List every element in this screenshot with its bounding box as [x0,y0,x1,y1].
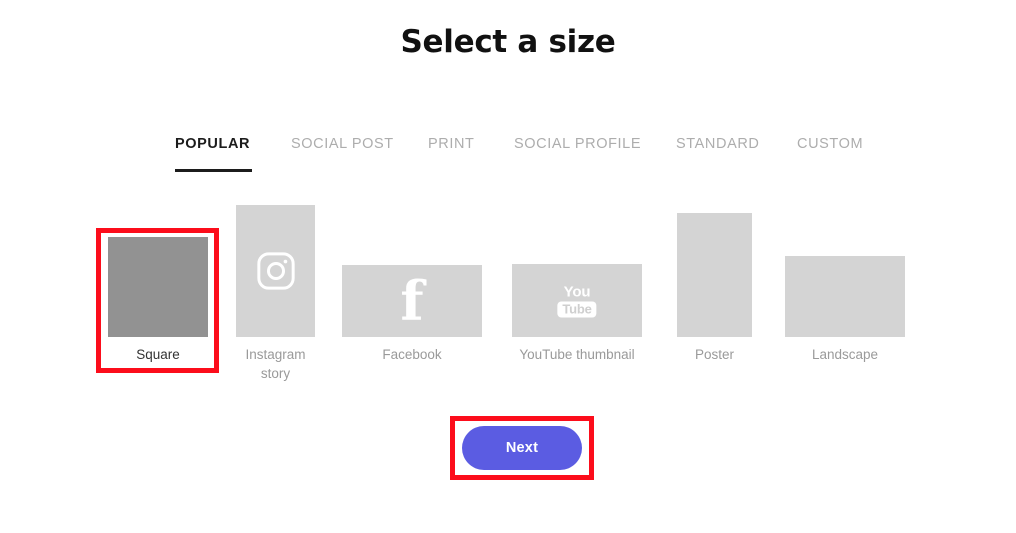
size-thumbnail-landscape[interactable] [785,256,905,337]
size-thumbnail-instagram-story[interactable] [236,205,315,337]
size-thumbnail-poster[interactable] [677,213,752,337]
size-card-facebook[interactable]: f Facebook [342,0,482,533]
size-card-label-landscape: Landscape [811,347,879,362]
facebook-glyph: f [400,269,424,333]
size-thumbnail-square[interactable] [108,237,208,337]
size-card-label-youtube-thumbnail: YouTube thumbnail [519,347,635,362]
size-card-label-instagram-story: Instagram story [245,347,306,381]
facebook-icon: f [400,274,423,328]
size-card-landscape[interactable]: Landscape [785,0,905,533]
size-card-label-poster: Poster [694,347,735,362]
size-card-label-square: Square [136,347,180,362]
size-card-poster[interactable]: Poster [677,0,752,533]
youtube-logo-you-text: You [563,283,591,300]
size-thumbnail-youtube-thumbnail[interactable]: You Tube [512,264,642,337]
next-button[interactable]: Next [462,426,582,470]
youtube-icon: You Tube [557,283,597,317]
youtube-logo-tube-text: Tube [557,301,597,317]
size-card-instagram-story[interactable]: Instagram story [236,0,315,533]
size-card-square[interactable]: Square [108,0,208,533]
instagram-icon [255,250,297,292]
size-thumbnail-facebook[interactable]: f [342,265,482,337]
size-card-label-facebook: Facebook [382,347,442,362]
size-picker-screen: Select a size POPULAR SOCIAL POST PRINT SOC… [0,0,1016,533]
